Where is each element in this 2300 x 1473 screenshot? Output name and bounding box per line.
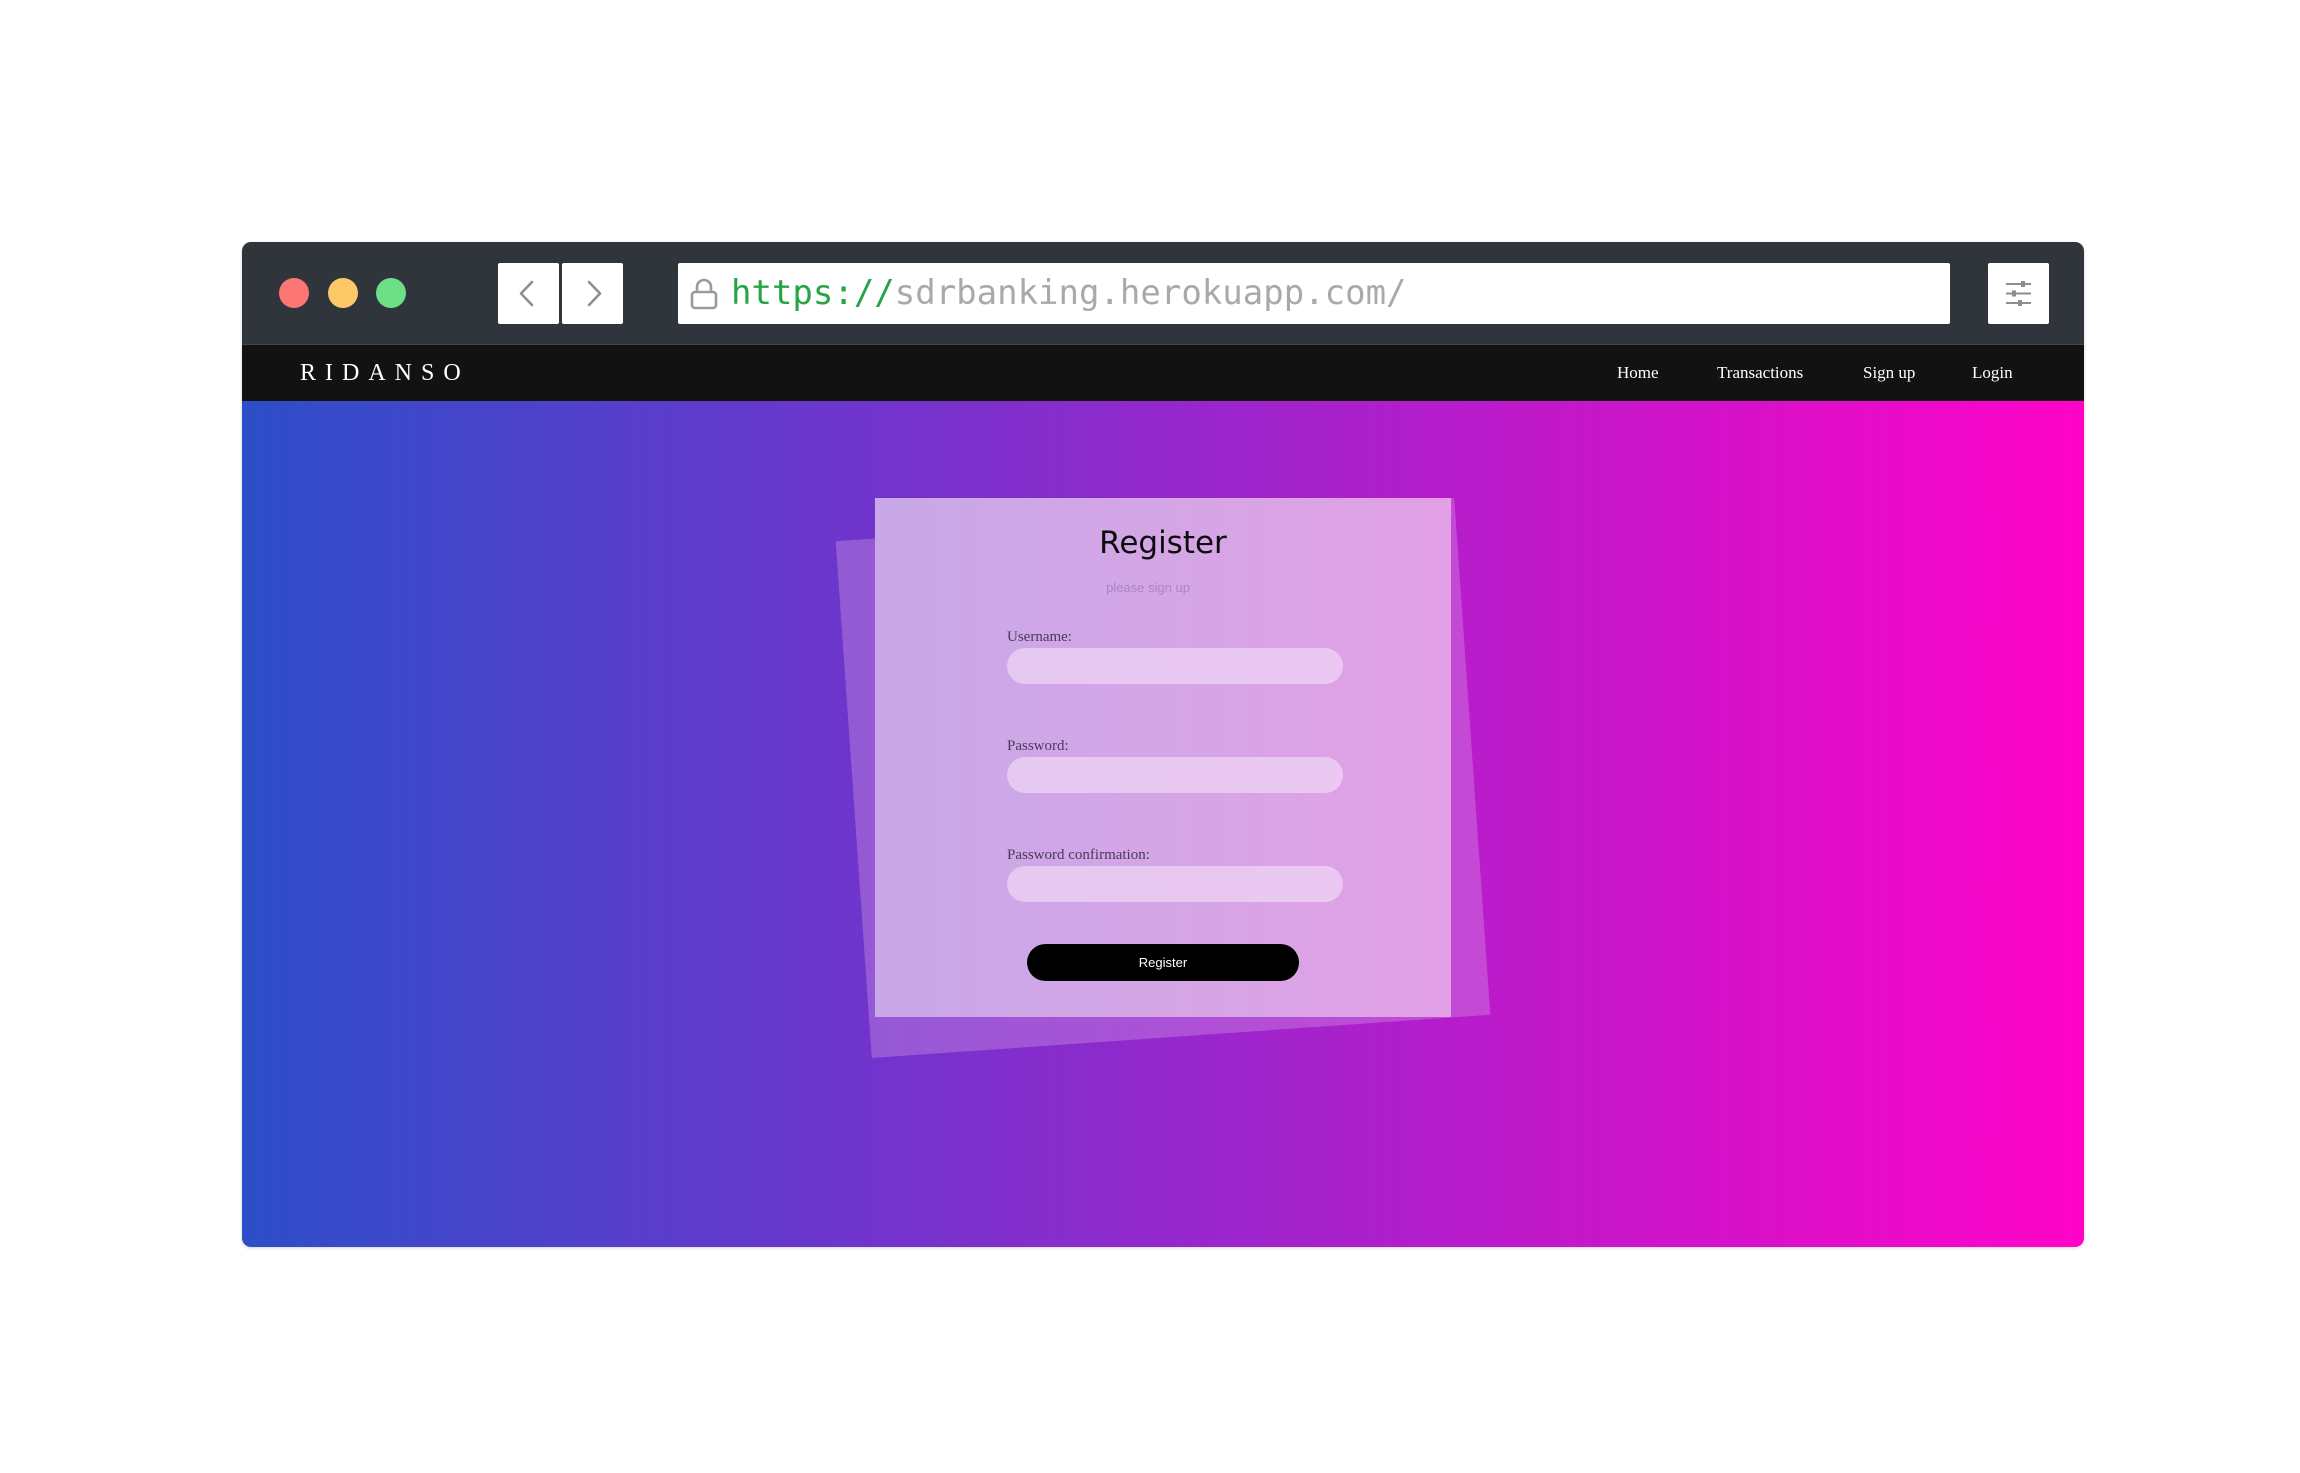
back-button[interactable] [498,263,559,324]
password-confirmation-input[interactable] [1007,866,1343,902]
site-navbar: RIDANSO Home Transactions Sign up Login [242,345,2084,401]
brand-logo[interactable]: RIDANSO [300,345,470,401]
username-input[interactable] [1007,648,1343,684]
maximize-window-button[interactable] [376,278,406,308]
browser-window: https://sdrbanking.herokuapp.com/ RIDANS… [242,242,2084,1247]
forward-button[interactable] [562,263,623,324]
nav-link-sign-up[interactable]: Sign up [1863,345,1915,401]
register-form: Register please sign up Username: Passwo… [875,498,1451,1017]
chevron-left-icon [519,280,534,307]
sliders-icon [2006,281,2031,306]
nav-link-transactions[interactable]: Transactions [1717,345,1803,401]
password-label: Password: [1007,738,1069,754]
form-subtitle: please sign up [1106,580,1190,595]
url-host: sdrbanking.herokuapp.com/ [894,273,1407,313]
nav-link-login[interactable]: Login [1972,345,2013,401]
page-content: Register please sign up Username: Passwo… [242,401,2084,1247]
password-input[interactable] [1007,757,1343,793]
browser-toolbar: https://sdrbanking.herokuapp.com/ [242,242,2084,345]
url-protocol: https:// [731,273,895,313]
password-confirmation-label: Password confirmation: [1007,847,1150,863]
address-bar[interactable]: https://sdrbanking.herokuapp.com/ [678,263,1950,324]
close-window-button[interactable] [279,278,309,308]
form-title: Register [1099,525,1227,561]
minimize-window-button[interactable] [328,278,358,308]
chevron-right-icon [587,280,602,307]
username-label: Username: [1007,629,1072,645]
register-button[interactable]: Register [1027,944,1299,981]
nav-link-home[interactable]: Home [1617,345,1659,401]
lock-icon [690,278,718,310]
browser-menu-button[interactable] [1988,263,2049,324]
url-text: https://sdrbanking.herokuapp.com/ [731,263,1407,324]
